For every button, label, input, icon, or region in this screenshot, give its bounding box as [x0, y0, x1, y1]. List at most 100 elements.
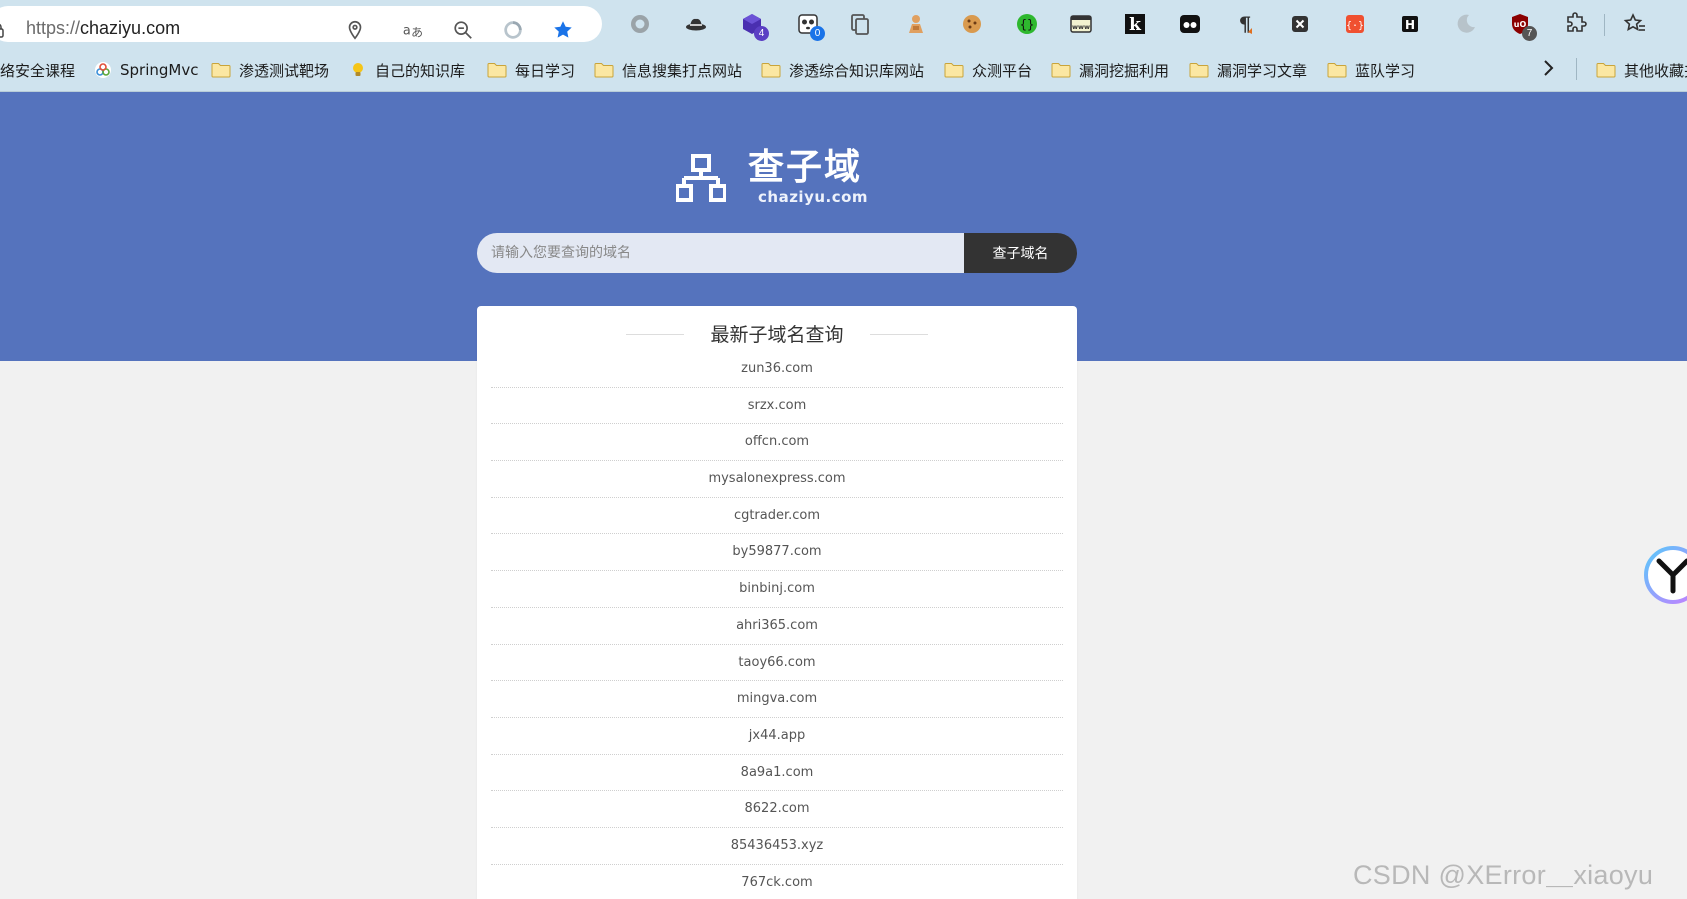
folder-icon — [487, 63, 507, 78]
bookmark-item[interactable]: SpringMvc — [94, 58, 198, 82]
domain-list-item[interactable]: taoy66.com — [491, 645, 1063, 682]
domain-list-item[interactable]: 8a9a1.com — [491, 755, 1063, 792]
bookmark-label: 蓝队学习 — [1355, 61, 1416, 80]
folder-icon — [761, 63, 781, 78]
folder-icon — [944, 63, 964, 78]
mask-extension-icon[interactable] — [1175, 9, 1205, 39]
bookmarks-divider — [1576, 58, 1577, 80]
domain-list-item[interactable]: 8622.com — [491, 791, 1063, 828]
person-extension-icon[interactable] — [901, 9, 931, 39]
hat-extension-icon[interactable] — [681, 9, 711, 39]
www-extension-icon[interactable]: www — [1066, 9, 1096, 39]
domain-list-item[interactable]: 767ck.com — [491, 865, 1063, 899]
domain-list-item[interactable]: zun36.com — [491, 351, 1063, 388]
bookmark-folder[interactable]: 漏洞挖掘利用 — [1051, 58, 1169, 82]
circle-extension-icon[interactable] — [625, 9, 655, 39]
cookie-extension-icon[interactable] — [957, 9, 987, 39]
bookmark-label: 渗透综合知识库网站 — [789, 61, 925, 80]
bookmark-item[interactable]: 自己的知识库 — [349, 58, 465, 82]
svg-text:www: www — [1072, 23, 1090, 31]
location-icon[interactable] — [342, 17, 368, 43]
ublock-extension-icon[interactable]: uO 7 — [1505, 9, 1537, 41]
domain-search-input[interactable] — [477, 233, 967, 273]
domain-list-item[interactable]: mysalonexpress.com — [491, 461, 1063, 498]
title-divider — [870, 334, 928, 335]
bookmark-label: 渗透测试靶场 — [239, 61, 330, 80]
bookmark-folder[interactable]: 众测平台 — [944, 58, 1032, 82]
favorites-icon[interactable] — [1620, 9, 1650, 39]
bookmark-label: 自己的知识库 — [375, 61, 466, 80]
svg-text:あ: あ — [411, 25, 423, 39]
cube-extension-icon[interactable]: 4 — [737, 9, 769, 41]
bookmark-folder[interactable]: 渗透综合知识库网站 — [761, 58, 924, 82]
svg-text:a: a — [403, 24, 411, 39]
card-title: 最新子域名查询 — [710, 324, 844, 346]
bookmark-label: 每日学习 — [515, 61, 576, 80]
sync-icon[interactable] — [500, 17, 526, 43]
bookmark-label: SpringMvc — [120, 61, 199, 79]
domain-list-item[interactable]: cgtrader.com — [491, 498, 1063, 535]
svg-text:H: H — [1405, 18, 1415, 32]
floating-assistant-icon[interactable] — [1643, 545, 1687, 605]
domain-list-item[interactable]: by59877.com — [491, 534, 1063, 572]
browser-toolbar: https://chaziyu.com aあ 4 0 {} www k ¶ {·… — [0, 0, 1687, 48]
chevron-right-icon[interactable] — [1536, 56, 1560, 80]
json-extension-icon[interactable]: {·} — [1340, 9, 1370, 39]
bookmark-item[interactable]: 络安全课程 — [0, 58, 75, 82]
domain-list-item[interactable]: srzx.com — [491, 388, 1063, 425]
sitemap-icon — [676, 154, 726, 202]
bookmark-label: 络安全课程 — [0, 61, 76, 80]
bulb-icon — [353, 63, 363, 76]
domain-list-item[interactable]: jx44.app — [491, 718, 1063, 755]
zoom-out-icon[interactable] — [450, 17, 476, 43]
k-extension-icon[interactable]: k — [1120, 9, 1150, 39]
bookmark-folder[interactable]: 其他收藏夹 — [1596, 58, 1687, 82]
logo-title: 查子域 — [748, 147, 863, 188]
url-scheme: https:// — [26, 18, 81, 38]
bookmark-folder[interactable]: 每日学习 — [487, 58, 575, 82]
h-extension-icon[interactable]: H — [1395, 9, 1425, 39]
x-extension-icon[interactable] — [1285, 9, 1315, 39]
bookmark-label: 信息搜集打点网站 — [622, 61, 743, 80]
lock-icon[interactable] — [0, 22, 4, 38]
folder-icon — [1051, 63, 1071, 78]
bookmark-folder[interactable]: 漏洞学习文章 — [1189, 58, 1307, 82]
folder-icon — [1596, 63, 1616, 78]
domain-list-item[interactable]: binbinj.com — [491, 571, 1063, 608]
domain-list-item[interactable]: offcn.com — [491, 424, 1063, 462]
logo-subtitle: chaziyu.com — [758, 188, 869, 206]
bookmark-folder[interactable]: 信息搜集打点网站 — [594, 58, 742, 82]
folder-icon — [211, 63, 231, 78]
site-logo[interactable]: 查子域 chaziyu.com — [676, 148, 876, 208]
copy-extension-icon[interactable] — [845, 9, 875, 39]
url-host: chaziyu.com — [80, 18, 181, 38]
url-text[interactable]: https://chaziyu.com — [26, 18, 180, 39]
pilcrow-extension-icon[interactable]: ¶ — [1230, 9, 1260, 39]
folder-icon — [1189, 63, 1209, 78]
folder-icon — [594, 63, 614, 78]
domain-list-item[interactable]: ahri365.com — [491, 608, 1063, 645]
address-bar[interactable]: https://chaziyu.com aあ — [0, 6, 602, 42]
bracket-extension-icon[interactable]: {} — [1012, 9, 1042, 39]
moon-extension-icon[interactable] — [1451, 9, 1481, 39]
domain-list-item[interactable]: 85436453.xyz — [491, 828, 1063, 865]
recent-queries-card: 最新子域名查询 zun36.com srzx.com offcn.com mysalo… — [477, 306, 1077, 899]
translate-icon[interactable]: aあ — [400, 17, 426, 43]
bookmark-label: 其他收藏夹 — [1624, 61, 1687, 80]
search-button[interactable]: 查子域名 — [964, 233, 1077, 273]
svg-text:k: k — [1129, 15, 1142, 35]
bookmark-folder[interactable]: 蓝队学习 — [1327, 58, 1415, 82]
bookmark-star-icon[interactable] — [550, 17, 576, 43]
bookmark-folder[interactable]: 渗透测试靶场 — [211, 58, 329, 82]
puzzle-icon[interactable] — [1561, 9, 1591, 39]
bookmark-label: 漏洞学习文章 — [1217, 61, 1308, 80]
bookmarks-bar: 络安全课程 SpringMvc 渗透测试靶场 自己的知识库 每日学习 信息搜集打… — [0, 48, 1687, 92]
bookmark-label: 漏洞挖掘利用 — [1079, 61, 1170, 80]
domain-list-item[interactable]: mingva.com — [491, 681, 1063, 718]
panda-extension-icon[interactable]: 0 — [793, 9, 825, 41]
bookmark-label: 众测平台 — [972, 61, 1033, 80]
folder-icon — [1327, 63, 1347, 78]
domain-list: zun36.com srzx.com offcn.com mysalonexpress… — [491, 351, 1063, 899]
watermark: CSDN @XError＿xiaoyu — [1353, 860, 1654, 890]
svg-text:{·}: {·} — [1346, 21, 1364, 32]
